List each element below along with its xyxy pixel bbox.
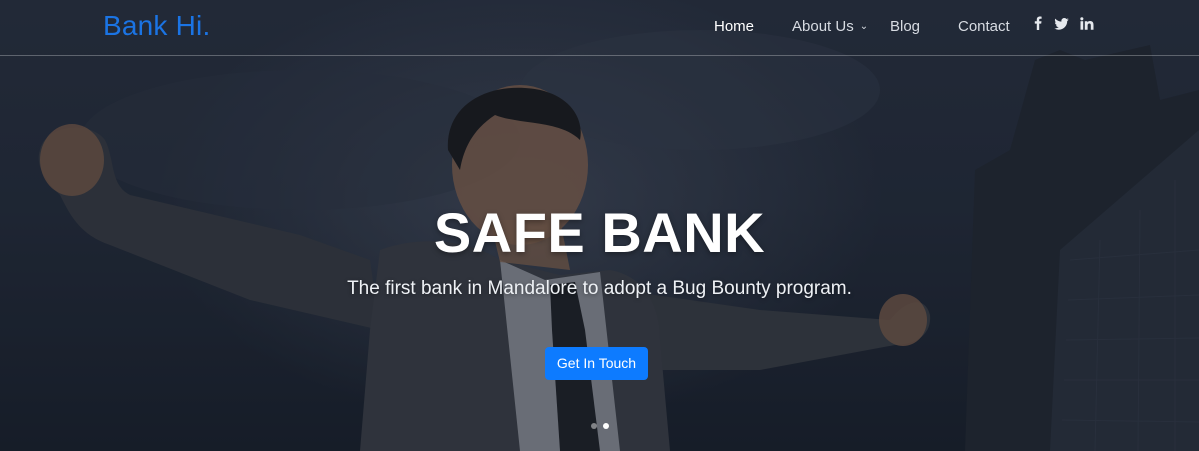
carousel-dot-1[interactable] [591, 423, 597, 429]
hero-subtitle: The first bank in Mandalore to adopt a B… [347, 278, 852, 299]
brand-logo[interactable]: Bank Hi. [103, 10, 210, 42]
linkedin-icon[interactable] [1080, 17, 1094, 35]
nav-contact[interactable]: Contact [958, 18, 1010, 35]
top-navbar: Bank Hi. Home About Us ⌄ Blog Contact [0, 0, 1199, 56]
twitter-icon[interactable] [1054, 17, 1069, 35]
nav-home[interactable]: Home [714, 18, 754, 35]
nav-blog[interactable]: Blog [890, 18, 920, 35]
nav-about-us[interactable]: About Us ⌄ [792, 18, 868, 35]
chevron-down-icon: ⌄ [859, 21, 869, 32]
hero-section: Bank Hi. Home About Us ⌄ Blog Contact SAF… [0, 0, 1199, 451]
get-in-touch-button[interactable]: Get In Touch [545, 347, 648, 380]
nav-about-us-label: About Us [792, 18, 854, 35]
hero-content: SAFE BANK The first bank in Mandalore to… [0, 0, 1199, 451]
hero-title: SAFE BANK [433, 201, 766, 264]
carousel-dot-2[interactable] [603, 423, 609, 429]
facebook-icon[interactable] [1034, 16, 1042, 35]
